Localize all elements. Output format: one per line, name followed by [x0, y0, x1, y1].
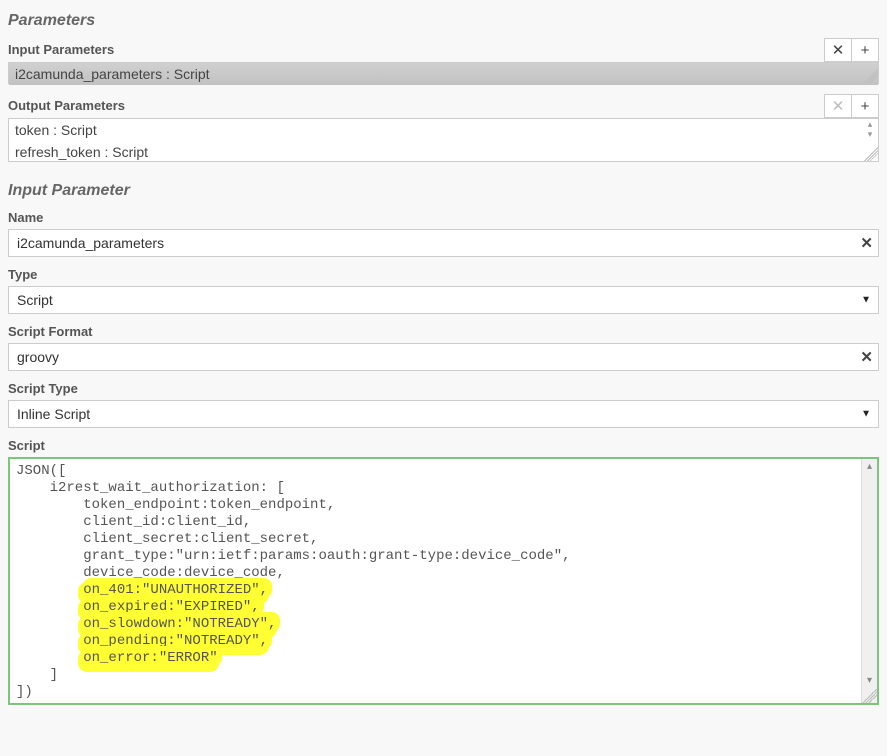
list-item[interactable]: i2camunda_parameters : Script — [9, 63, 878, 85]
script-type-label: Script Type — [8, 381, 879, 396]
script-format-input[interactable] — [8, 343, 879, 371]
resize-grip-icon[interactable] — [864, 69, 878, 83]
output-param-remove-button[interactable]: ✕ — [824, 94, 852, 118]
input-param-remove-button[interactable]: ✕ — [824, 38, 852, 62]
input-parameters-list[interactable]: i2camunda_parameters : Script — [8, 62, 879, 84]
resize-grip-icon[interactable] — [864, 147, 878, 161]
scroll-down-icon[interactable]: ▾ — [862, 673, 877, 689]
type-label: Type — [8, 267, 879, 282]
scrollbar[interactable]: ▴ ▾ — [861, 459, 877, 703]
type-select[interactable]: Script — [8, 286, 879, 314]
output-parameters-list[interactable]: ▴ ▾ token : Scriptrefresh_token : Script — [8, 118, 879, 162]
name-input[interactable] — [8, 229, 879, 257]
input-parameter-title: Input Parameter — [8, 182, 879, 200]
list-item[interactable]: token : Script — [9, 119, 878, 141]
input-parameters-label: Input Parameters — [8, 38, 824, 62]
output-param-add-button[interactable]: + — [851, 94, 879, 118]
scroll-up-icon[interactable]: ▴ — [862, 459, 877, 475]
output-parameters-label: Output Parameters — [8, 94, 824, 118]
script-textarea[interactable]: JSON([ i2rest_wait_authorization: [ toke… — [8, 457, 879, 705]
input-param-add-button[interactable]: + — [851, 38, 879, 62]
clear-icon[interactable]: ✕ — [860, 348, 873, 366]
name-label: Name — [8, 210, 879, 225]
script-type-select[interactable]: Inline Script — [8, 400, 879, 428]
clear-icon[interactable]: ✕ — [860, 234, 873, 252]
script-label: Script — [8, 438, 879, 453]
resize-grip-icon[interactable] — [861, 689, 877, 703]
parameters-title: Parameters — [8, 12, 879, 30]
script-format-label: Script Format — [8, 324, 879, 339]
list-item[interactable]: refresh_token : Script — [9, 141, 878, 163]
move-down-icon[interactable]: ▾ — [863, 130, 877, 140]
